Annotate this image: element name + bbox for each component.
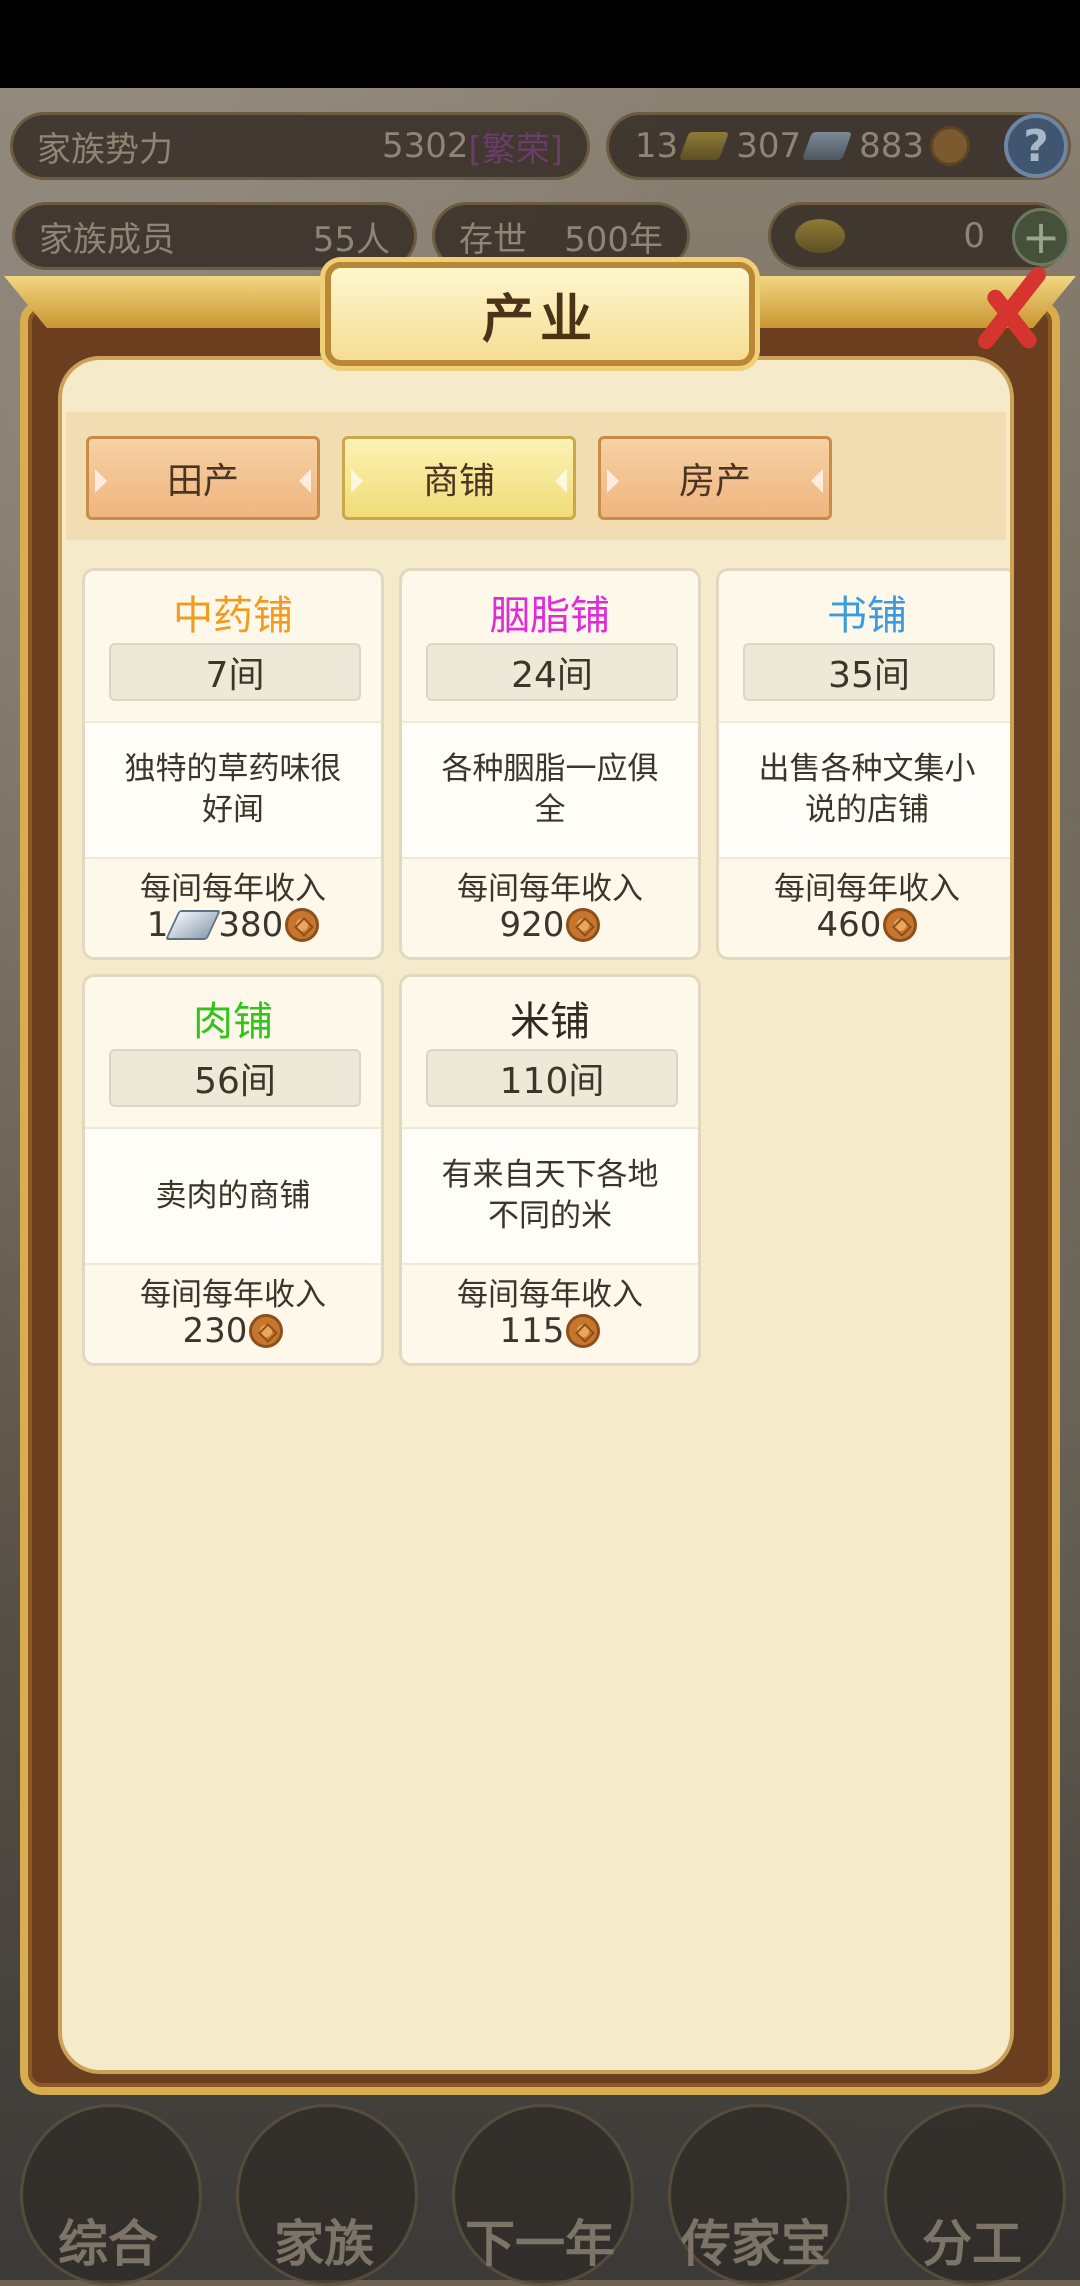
shop-name: 肉铺 <box>193 999 273 1045</box>
gold-ingot-icon <box>679 132 730 160</box>
family-members-label: 家族成员 <box>39 219 175 260</box>
family-members-panel: 家族成员 55人 <box>12 202 417 270</box>
income-value: 230 <box>85 1311 381 1351</box>
tab-property[interactable]: 房产 <box>598 436 832 520</box>
copper-coin-icon <box>930 126 970 166</box>
nav-division-label: 分工 <box>922 2215 1022 2273</box>
shop-description: 卖肉的商铺 <box>155 1177 311 1214</box>
shop-count: 7间 <box>109 643 361 701</box>
family-age-value: 500年 <box>564 219 663 260</box>
silver-amount: 307 <box>736 126 802 166</box>
ingot-amount: 0 <box>963 216 985 256</box>
shop-card-butcher[interactable]: 肉铺 56间 卖肉的商铺 每间每年收入 230 <box>82 974 384 1366</box>
shop-name: 书铺 <box>827 593 907 639</box>
nav-next-year-label: 下一年 <box>465 2215 615 2273</box>
income-label: 每间每年收入 <box>774 871 960 907</box>
family-power-panel: 家族势力 5302 [繁荣] <box>10 112 590 180</box>
nav-heirloom[interactable]: 传家宝 <box>648 2090 864 2286</box>
nav-general[interactable]: 综合 <box>0 2090 216 2286</box>
shop-card-rice[interactable]: 米铺 110间 有来自天下各地不同的米 每间每年收入 115 <box>399 974 701 1366</box>
copper-coin-icon <box>883 908 918 942</box>
tab-strip: 田产 商铺 房产 <box>66 412 1006 540</box>
income-value: 920 <box>402 905 698 945</box>
nav-family-label: 家族 <box>274 2215 374 2273</box>
family-age-panel: 存世 500年 <box>432 202 690 270</box>
shop-name: 米铺 <box>510 999 590 1045</box>
tab-farmland[interactable]: 田产 <box>86 436 320 520</box>
nav-heirloom-label: 传家宝 <box>681 2215 831 2273</box>
bottom-nav: 综合 家族 下一年 传家宝 分工 <box>0 2090 1080 2286</box>
copper-amount: 883 <box>859 126 924 166</box>
shop-count: 110间 <box>426 1049 678 1107</box>
income-label: 每间每年收入 <box>140 871 326 907</box>
income-label: 每间每年收入 <box>140 1277 326 1313</box>
nav-division[interactable]: 分工 <box>864 2090 1080 2286</box>
currency-panel: 13 307 883 <box>606 112 1071 180</box>
income-value: 1 380 <box>85 905 381 945</box>
nav-family[interactable]: 家族 <box>216 2090 432 2286</box>
status-bar <box>0 0 1080 88</box>
copper-coin-icon <box>566 1314 601 1348</box>
income-copper: 230 <box>182 1311 248 1351</box>
shop-count: 56间 <box>109 1049 361 1107</box>
tab-shops[interactable]: 商铺 <box>342 436 576 520</box>
copper-coin-icon <box>285 908 320 942</box>
family-power-tag: [繁荣] <box>468 129 563 170</box>
family-power-value: 5302 <box>381 126 469 166</box>
copper-coin-icon <box>566 908 601 942</box>
gold-yuanbao-icon <box>795 219 845 253</box>
dialog-title: 产业 <box>325 262 755 366</box>
nav-next-year[interactable]: 下一年 <box>432 2090 648 2286</box>
income-copper: 460 <box>816 905 882 945</box>
shop-card-rouge[interactable]: 胭脂铺 24间 各种胭脂一应俱全 每间每年收入 920 <box>399 568 701 960</box>
silver-ingot-icon <box>801 132 853 160</box>
nav-general-label: 综合 <box>58 2215 158 2273</box>
income-label: 每间每年收入 <box>457 1277 643 1313</box>
shop-count: 24间 <box>426 643 678 701</box>
shop-description: 出售各种文集小说的店铺 <box>758 751 976 828</box>
income-value: 115 <box>402 1311 698 1351</box>
shop-card-herbal[interactable]: 中药铺 7间 独特的草药味很好闻 每间每年收入 1 380 <box>82 568 384 960</box>
copper-coin-icon <box>249 1314 284 1348</box>
help-button[interactable]: ? <box>1004 114 1068 178</box>
family-power-label: 家族势力 <box>37 129 173 170</box>
income-label: 每间每年收入 <box>457 871 643 907</box>
family-members-value: 55人 <box>312 219 390 260</box>
silver-ingot-icon <box>165 910 222 940</box>
income-value: 460 <box>719 905 1010 945</box>
shop-card-books[interactable]: 书铺 35间 出售各种文集小说的店铺 每间每年收入 460 <box>716 568 1010 960</box>
shop-description: 独特的草药味很好闻 <box>124 751 342 828</box>
shop-description: 各种胭脂一应俱全 <box>441 751 659 828</box>
income-copper: 115 <box>499 1311 565 1351</box>
dialog-content: 田产 商铺 房产 中药铺 7间 独特的草药味很好闻 每间每年收入 1 380 胭… <box>58 356 1014 2074</box>
income-copper: 380 <box>218 905 284 945</box>
family-age-label: 存世 <box>459 219 527 260</box>
shop-name: 中药铺 <box>173 593 293 639</box>
gold-amount: 13 <box>634 126 679 166</box>
industry-dialog: 田产 商铺 房产 中药铺 7间 独特的草药味很好闻 每间每年收入 1 380 胭… <box>20 300 1060 2095</box>
shop-count: 35间 <box>743 643 995 701</box>
close-button[interactable] <box>958 258 1068 358</box>
shop-description: 有来自天下各地不同的米 <box>441 1157 659 1234</box>
shop-name: 胭脂铺 <box>490 593 610 639</box>
income-copper: 920 <box>499 905 565 945</box>
